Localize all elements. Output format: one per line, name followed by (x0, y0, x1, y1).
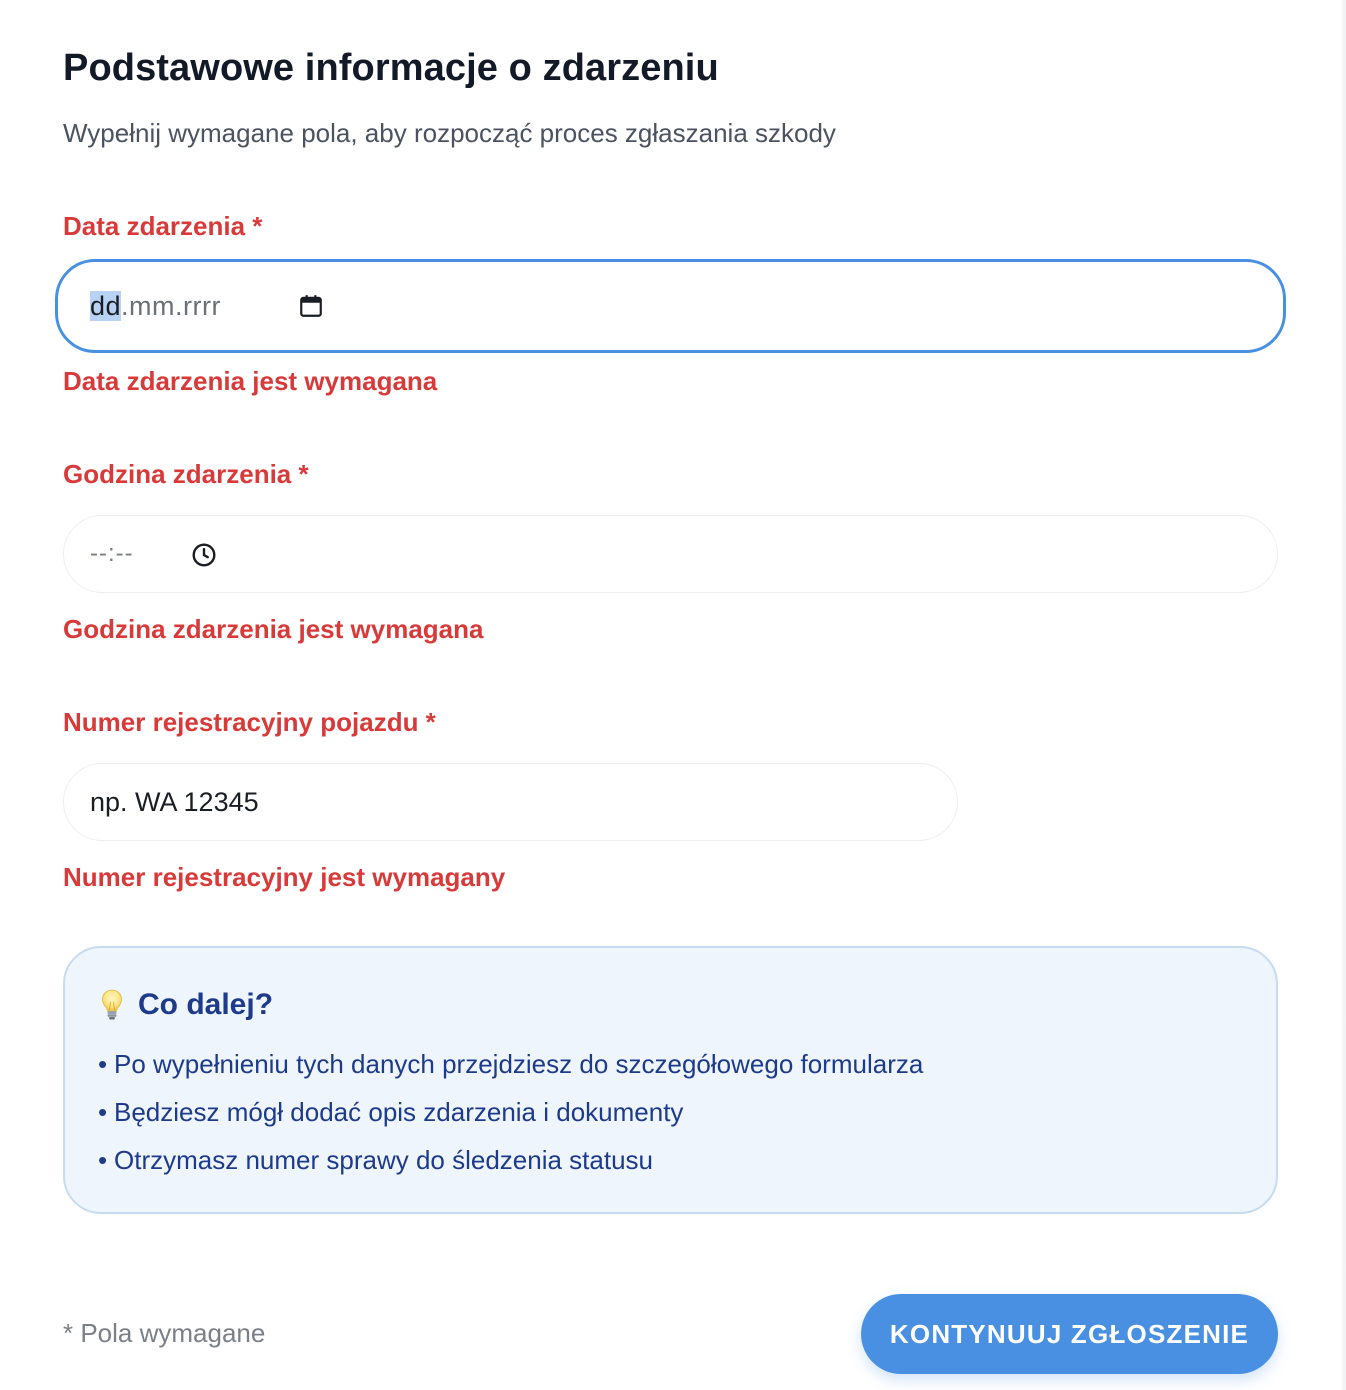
date-input[interactable]: dd.mm.rrrr (55, 259, 1286, 353)
plate-error: Numer rejestracyjny jest wymagany (63, 862, 506, 892)
plate-input[interactable]: np. WA 12345 (63, 763, 958, 841)
time-label: Godzina zdarzenia * (63, 459, 309, 489)
continue-submission-button[interactable]: KONTYNUUJ ZGŁOSZENIE (861, 1294, 1278, 1374)
list-item: • Otrzymasz numer sprawy do śledzenia sta… (98, 1145, 653, 1175)
date-label: Data zdarzenia * (63, 211, 263, 241)
window-edge (1340, 0, 1346, 1390)
info-item-text: Otrzymasz numer sprawy do śledzenia stat… (114, 1145, 653, 1175)
page: Podstawowe informacje o zdarzeniu Wypełn… (0, 0, 1346, 1390)
time-input[interactable]: --:-- (63, 515, 1278, 593)
info-header: Co dalej? (100, 988, 273, 1022)
time-placeholder[interactable]: --:-- (90, 540, 134, 568)
time-error: Godzina zdarzenia jest wymagana (63, 614, 484, 644)
info-list: • Po wypełnieniu tych danych przejdziesz … (98, 1048, 923, 1192)
date-error: Data zdarzenia jest wymagana (63, 366, 438, 396)
required-fields-note: * Pola wymagane (63, 1318, 266, 1348)
plate-label: Numer rejestracyjny pojazdu * (63, 707, 436, 737)
page-subtitle: Wypełnij wymagane pola, aby rozpocząć pr… (63, 118, 836, 148)
info-item-text: Po wypełnieniu tych danych przejdziesz d… (114, 1049, 924, 1079)
date-rest-segment[interactable]: .mm.rrrr (121, 291, 221, 321)
info-item-text: Będziesz mógł dodać opis zdarzenia i dok… (114, 1097, 684, 1127)
lightbulb-icon (100, 988, 124, 1022)
date-placeholder: dd.mm.rrrr (90, 290, 221, 322)
clock-icon[interactable] (191, 542, 217, 568)
info-box: Co dalej? • Po wypełnieniu tych danych pr… (63, 946, 1278, 1214)
date-day-segment[interactable]: dd (90, 290, 122, 321)
info-title: Co dalej? (138, 988, 274, 1021)
calendar-icon[interactable] (298, 293, 324, 319)
list-item: • Będziesz mógł dodać opis zdarzenia i do… (98, 1097, 684, 1127)
plate-placeholder: np. WA 12345 (90, 786, 259, 817)
list-item: • Po wypełnieniu tych danych przejdziesz … (98, 1049, 924, 1079)
page-title: Podstawowe informacje o zdarzeniu (63, 47, 719, 89)
